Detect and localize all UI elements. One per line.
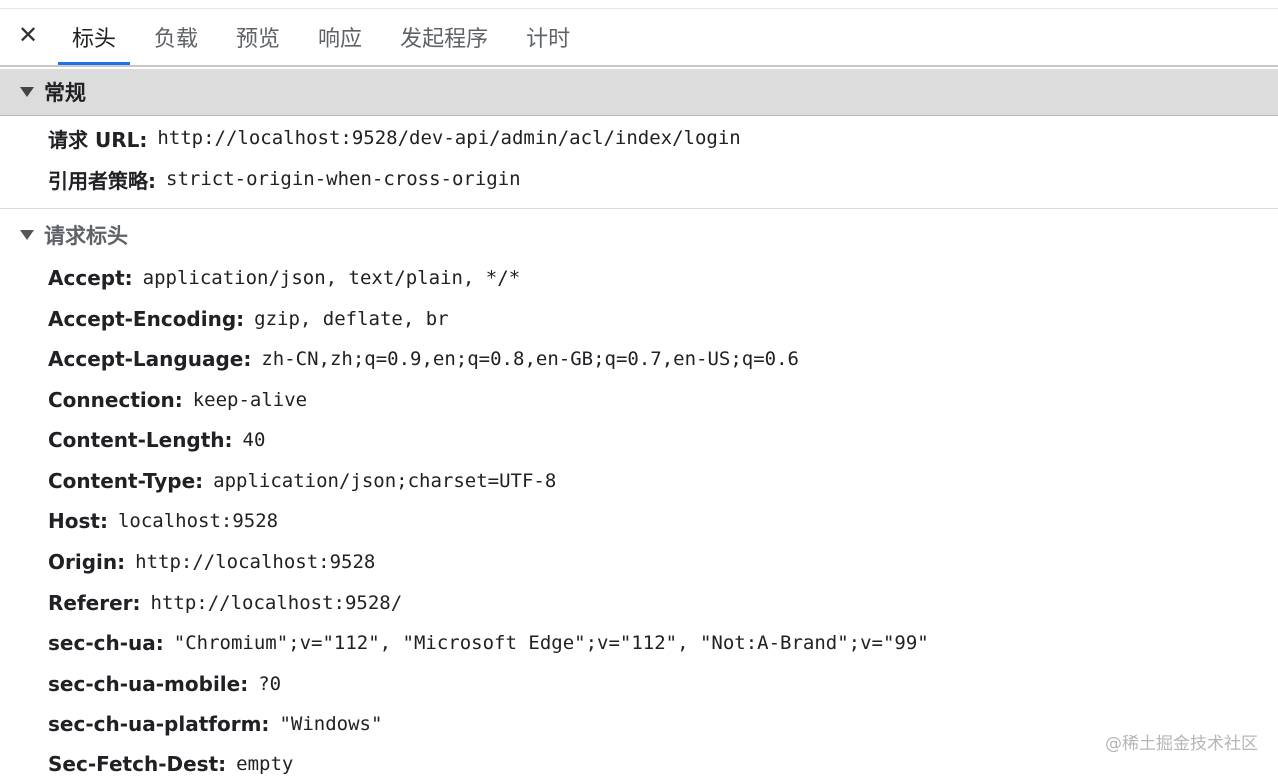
triangle-down-icon [20, 87, 34, 97]
header-key: 引用者策略: [48, 168, 156, 193]
request-header-row: sec-ch-ua-mobile: ?0 [48, 667, 281, 701]
request-header-row: Origin: http://localhost:9528 [48, 545, 375, 579]
request-header-row: sec-ch-ua: "Chromium";v="112", "Microsof… [48, 626, 929, 660]
header-value: ?0 [258, 673, 282, 695]
header-value: application/json;charset=UTF-8 [213, 470, 557, 492]
header-value: gzip, deflate, br [254, 308, 449, 330]
section-request-headers-header[interactable]: 请求标头 [0, 208, 1278, 260]
watermark: @稀土掘金技术社区 [1105, 734, 1258, 754]
header-key: Host: [48, 509, 108, 533]
header-key: sec-ch-ua: [48, 631, 164, 655]
general-row-request-url: 请求 URL: http://localhost:9528/dev-api/ad… [48, 121, 741, 155]
header-value: application/json, text/plain, */* [142, 267, 521, 289]
request-header-row: Connection: keep-alive [48, 383, 307, 417]
close-icon[interactable]: ✕ [14, 21, 42, 49]
header-key: sec-ch-ua-platform: [48, 712, 270, 736]
request-header-row: Content-Length: 40 [48, 423, 265, 457]
header-key: 请求 URL: [48, 127, 148, 152]
general-row-referrer-policy: 引用者策略: strict-origin-when-cross-origin [48, 162, 521, 196]
header-value: http://localhost:9528 [135, 551, 376, 573]
header-value: http://localhost:9528/dev-api/admin/acl/… [157, 127, 741, 149]
tab-list: 标头 负载 预览 响应 发起程序 计时 [58, 9, 594, 65]
request-header-row: sec-ch-ua-platform: "Windows" [48, 707, 382, 741]
tab-timing[interactable]: 计时 [512, 9, 584, 65]
tab-initiator[interactable]: 发起程序 [386, 9, 502, 65]
section-general-header[interactable]: 常规 [0, 69, 1278, 116]
header-value: keep-alive [192, 389, 308, 411]
header-key: Sec-Fetch-Dest: [48, 752, 227, 776]
header-value: 40 [242, 429, 266, 451]
header-key: Connection: [48, 388, 183, 412]
request-header-row: Accept-Encoding: gzip, deflate, br [48, 302, 449, 336]
request-header-row: Host: localhost:9528 [48, 504, 278, 538]
header-key: Accept: [48, 266, 133, 290]
header-key: Referer: [48, 591, 141, 615]
request-header-row: Accept-Language: zh-CN,zh;q=0.9,en;q=0.8… [48, 342, 799, 376]
header-key: Content-Type: [48, 469, 204, 493]
header-key: sec-ch-ua-mobile: [48, 672, 249, 696]
header-value: localhost:9528 [117, 510, 279, 532]
tab-preview[interactable]: 预览 [222, 9, 294, 65]
tab-response[interactable]: 响应 [304, 9, 376, 65]
top-border [0, 0, 1278, 9]
request-header-row: Referer: http://localhost:9528/ [48, 586, 402, 620]
tab-payload[interactable]: 负载 [140, 9, 212, 65]
header-value: strict-origin-when-cross-origin [166, 168, 521, 190]
request-header-row: Accept: application/json, text/plain, */… [48, 261, 520, 295]
request-header-row: Sec-Fetch-Dest: empty [48, 747, 293, 781]
header-value: empty [236, 753, 294, 775]
header-value: "Chromium";v="112", "Microsoft Edge";v="… [173, 632, 929, 654]
header-key: Accept-Language: [48, 347, 252, 371]
header-key: Origin: [48, 550, 126, 574]
header-key: Content-Length: [48, 428, 233, 452]
header-key: Accept-Encoding: [48, 307, 245, 331]
header-value: "Windows" [279, 713, 383, 735]
tab-bar: ✕ 标头 负载 预览 响应 发起程序 计时 [0, 9, 1278, 67]
request-header-row: Content-Type: application/json;charset=U… [48, 464, 556, 498]
header-value: zh-CN,zh;q=0.9,en;q=0.8,en-GB;q=0.7,en-U… [261, 348, 799, 370]
header-value: http://localhost:9528/ [150, 592, 403, 614]
section-request-headers-title: 请求标头 [44, 223, 128, 248]
triangle-down-icon [20, 229, 34, 240]
section-general-title: 常规 [44, 81, 86, 105]
tab-headers[interactable]: 标头 [58, 9, 131, 65]
